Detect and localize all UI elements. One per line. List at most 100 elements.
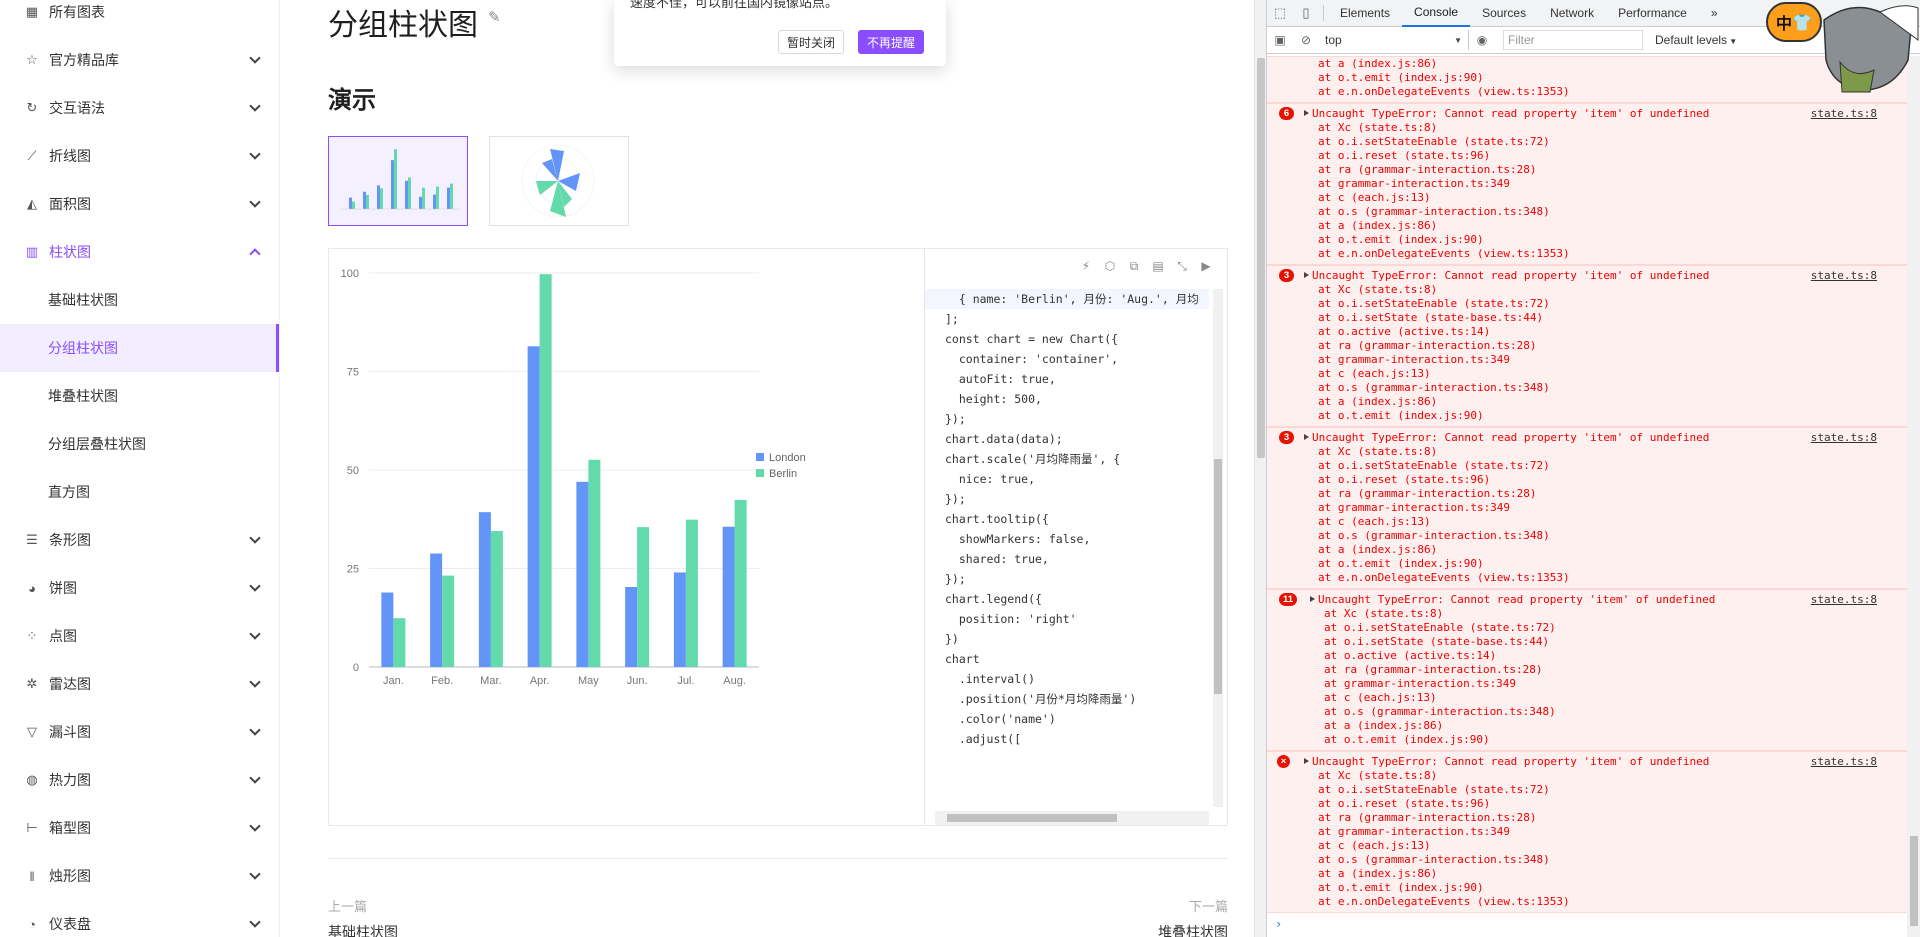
stack-frame[interactable]: at ra (grammar-interaction.ts:28) [1267,811,1907,825]
stack-frame[interactable]: at ra (grammar-interaction.ts:28) [1267,663,1907,677]
stack-frame[interactable]: at o.s (grammar-interaction.ts:348) [1267,381,1907,395]
code-horizontal-scrollbar[interactable] [935,811,1209,825]
dont-remind-button[interactable]: 不再提醒 [858,30,925,54]
reset-icon[interactable]: ▤ [1151,259,1165,273]
more-tabs-button[interactable]: » [1699,0,1730,27]
stack-frame[interactable]: at o.t.emit (index.js:90) [1267,233,1907,247]
stack-frame[interactable]: at o.s (grammar-interaction.ts:348) [1267,205,1907,219]
chevron-down-icon[interactable] [249,820,261,832]
sidebar-item[interactable]: ◕ 饼图 [0,564,279,612]
console-error-group[interactable]: 3 Uncaught TypeError: Cannot read propert… [1267,427,1907,589]
console-filter-input[interactable]: Filter [1503,30,1643,50]
stack-frame[interactable]: at a (index.js:86) [1267,543,1907,557]
stack-frame[interactable]: at c (each.js:13) [1267,691,1907,705]
stack-frame[interactable]: at Xc (state.ts:8) [1267,283,1907,297]
devtools-tab-console[interactable]: Console [1402,0,1471,27]
bar-berlin[interactable] [734,499,747,667]
stack-frame[interactable]: at o.i.reset (state.ts:96) [1267,797,1907,811]
play-icon[interactable]: ▶ [1199,259,1213,273]
stack-frame[interactable]: at o.i.setStateEnable (state.ts:72) [1267,135,1907,149]
sidebar-toggle-icon[interactable]: ▣ [1267,33,1293,47]
expand-triangle-icon[interactable] [1304,434,1309,440]
bar-berlin[interactable] [393,618,406,667]
error-source-link[interactable]: state.ts:8 [1811,593,1877,607]
legend-label[interactable]: Berlin [769,468,797,480]
expand-triangle-icon[interactable] [1304,272,1309,278]
chevron-down-icon[interactable] [249,676,261,688]
error-source-link[interactable]: state.ts:8 [1811,107,1877,121]
error-source-link[interactable]: state.ts:8 [1811,431,1877,445]
stack-frame[interactable]: at o.i.setStateEnable (state.ts:72) [1267,459,1907,473]
execute-icon[interactable]: ⚡ [1079,259,1093,273]
expand-triangle-icon[interactable] [1304,758,1309,764]
stack-frame[interactable]: at Xc (state.ts:8) [1267,607,1907,621]
stack-frame[interactable]: at grammar-interaction.ts:349 [1267,825,1907,839]
stack-frame[interactable]: at Xc (state.ts:8) [1267,445,1907,459]
stack-frame[interactable]: at o.i.setStateEnable (state.ts:72) [1267,783,1907,797]
chevron-down-icon[interactable] [249,532,261,544]
edit-icon[interactable]: ✎ [488,8,504,26]
bar-berlin[interactable] [637,527,650,667]
next-article-link[interactable]: 堆叠柱状图 [1158,922,1228,937]
stack-frame[interactable]: at a (index.js:86) [1267,867,1907,881]
devtools-tab-elements[interactable]: Elements [1328,0,1402,27]
error-header[interactable]: 3 Uncaught TypeError: Cannot read propert… [1267,269,1907,283]
bar-berlin[interactable] [539,274,552,667]
stack-frame[interactable]: at ra (grammar-interaction.ts:28) [1267,163,1907,177]
device-toolbar-icon[interactable]: ▯ [1293,0,1319,27]
sidebar-subitem[interactable]: 直方图 [0,468,279,516]
context-select[interactable]: top [1319,30,1469,50]
stack-frame[interactable]: at c (each.js:13) [1267,367,1907,381]
prev-article-link[interactable]: 基础柱状图 [328,922,398,937]
console-prompt[interactable]: › [1267,917,1907,931]
chevron-down-icon[interactable] [249,724,261,736]
sidebar-item[interactable]: ⟋ 折线图 [0,132,279,180]
console-output[interactable]: at a (index.js:86) at o.t.emit (index.js:… [1267,56,1907,937]
error-header[interactable]: 6 Uncaught TypeError: Cannot read propert… [1267,107,1907,121]
stack-frame[interactable]: at c (each.js:13) [1267,191,1907,205]
sidebar-subitem[interactable]: 分组柱状图 [0,324,279,372]
extension-overlay[interactable]: 中 👕 [1762,0,1920,95]
sidebar-item[interactable]: ◭ 面积图 [0,180,279,228]
stack-frame[interactable]: at a (index.js:86) [1267,719,1907,733]
stack-frame[interactable]: at Xc (state.ts:8) [1267,121,1907,135]
stack-frame[interactable]: at o.s (grammar-interaction.ts:348) [1267,853,1907,867]
chevron-down-icon[interactable] [249,196,261,208]
stack-frame[interactable]: at e.n.onDelegateEvents (view.ts:1353) [1267,571,1907,585]
console-scrollbar[interactable] [1907,56,1920,937]
chevron-down-icon[interactable] [249,100,261,112]
sidebar-item[interactable]: ▥ 柱状图 [0,228,279,276]
legend-marker[interactable] [756,453,764,461]
bar-berlin[interactable] [685,519,698,667]
bar-london[interactable] [381,592,394,667]
codesandbox-icon[interactable]: ⬡ [1103,259,1117,273]
stack-frame[interactable]: at o.i.setState (state-base.ts:44) [1267,311,1907,325]
sidebar-item[interactable]: ▦ 所有图表 [0,0,279,36]
console-error-group[interactable]: 3 Uncaught TypeError: Cannot read propert… [1267,265,1907,427]
stack-frame[interactable]: at e.n.onDelegateEvents (view.ts:1353) [1267,895,1907,909]
sidebar-item[interactable]: ▽ 漏斗图 [0,708,279,756]
bar-london[interactable] [527,346,540,667]
sidebar-item[interactable]: ⊢ 箱型图 [0,804,279,852]
thumbnail-rose-chart[interactable] [489,136,629,226]
chevron-down-icon[interactable] [249,580,261,592]
stack-frame[interactable]: at e.n.onDelegateEvents (view.ts:1353) [1267,247,1907,261]
sidebar-item[interactable]: ǁ 烛形图 [0,852,279,900]
chevron-up-icon[interactable] [249,248,261,260]
bar-london[interactable] [625,587,638,667]
bar-london[interactable] [576,481,589,667]
expand-triangle-icon[interactable] [1304,110,1309,116]
stack-frame[interactable]: at o.s (grammar-interaction.ts:348) [1267,705,1907,719]
code-editor[interactable]: ⚡ ⬡ ⧉ ▤ ⤡ ▶ { name: 'Berlin', 月份: 'Aug.'… [924,249,1227,825]
stack-frame[interactable]: at grammar-interaction.ts:349 [1267,501,1907,515]
bar-london[interactable] [673,572,686,667]
devtools-tab-network[interactable]: Network [1538,0,1606,27]
console-error-group[interactable]: 11 Uncaught TypeError: Cannot read proper… [1267,589,1907,751]
copy-icon[interactable]: ⧉ [1127,259,1141,273]
error-header[interactable]: 11 Uncaught TypeError: Cannot read proper… [1267,593,1907,607]
stack-frame[interactable]: at o.t.emit (index.js:90) [1267,881,1907,895]
stack-frame[interactable]: at Xc (state.ts:8) [1267,769,1907,783]
sidebar-subitem[interactable]: 基础柱状图 [0,276,279,324]
console-error-group[interactable]: 6 Uncaught TypeError: Cannot read propert… [1267,103,1907,265]
stack-frame[interactable]: at o.s (grammar-interaction.ts:348) [1267,529,1907,543]
